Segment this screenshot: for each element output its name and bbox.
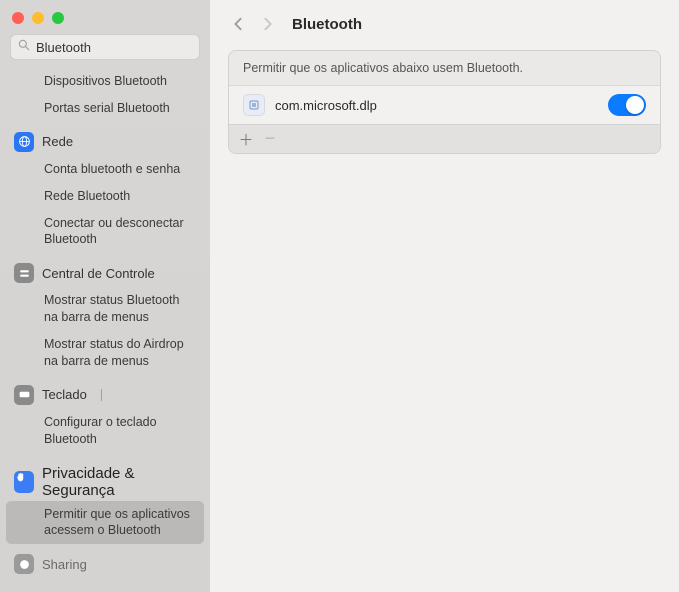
sidebar: Dispositivos Bluetooth Portas serial Blu… (0, 0, 210, 592)
sidebar-item[interactable]: Rede Bluetooth (6, 183, 204, 210)
sharing-icon (14, 554, 34, 574)
panel-caption: Permitir que os aplicativos abaixo usem … (229, 51, 660, 86)
sidebar-item[interactable]: Portas serial Bluetooth (6, 95, 204, 122)
globe-icon (14, 132, 34, 152)
app-toggle[interactable] (608, 94, 646, 116)
apps-panel: Permitir que os aplicativos abaixo usem … (228, 50, 661, 154)
sidebar-list: Dispositivos Bluetooth Portas serial Blu… (0, 68, 210, 592)
sidebar-item[interactable]: Mostrar status Bluetooth na barra de men… (6, 287, 204, 331)
sidebar-item[interactable]: Conta bluetooth e senha (6, 156, 204, 183)
forward-button[interactable] (258, 14, 278, 34)
keyboard-icon (14, 385, 34, 405)
sidebar-item[interactable]: Configurar o teclado Bluetooth (6, 409, 204, 453)
search-icon (17, 38, 36, 57)
section-label: Sharing (42, 557, 87, 572)
page-title: Bluetooth (292, 16, 362, 33)
main-panel: Bluetooth Permitir que os aplicativos ab… (210, 0, 679, 592)
divider (101, 389, 102, 401)
sidebar-section-privacy[interactable]: Privacidade & Segurança (0, 459, 210, 501)
remove-app-button[interactable]: − (259, 128, 281, 148)
search-box[interactable] (10, 34, 200, 60)
section-label: Teclado (42, 387, 87, 402)
minimize-window-button[interactable] (32, 12, 44, 24)
panel-footer: ＋ − (229, 124, 660, 153)
app-icon (243, 94, 265, 116)
app-row[interactable]: com.microsoft.dlp (229, 86, 660, 124)
hand-icon (14, 471, 34, 493)
sidebar-item[interactable]: Conectar ou desconectar Bluetooth (6, 210, 204, 254)
sidebar-section-rede[interactable]: Rede (0, 128, 210, 156)
section-label: Privacidade & Segurança (42, 465, 196, 499)
sidebar-section-controle[interactable]: Central de Controle (0, 259, 210, 287)
main-header: Bluetooth (210, 0, 679, 46)
close-window-button[interactable] (12, 12, 24, 24)
sidebar-section-sharing[interactable]: Sharing (0, 550, 210, 578)
back-button[interactable] (228, 14, 248, 34)
section-label: Central de Controle (42, 266, 155, 281)
app-name: com.microsoft.dlp (275, 98, 598, 113)
window-controls (0, 0, 210, 34)
add-app-button[interactable]: ＋ (235, 129, 257, 149)
sidebar-section-teclado[interactable]: Teclado (0, 381, 210, 409)
sidebar-item[interactable]: Mostrar status do Airdrop na barra de me… (6, 331, 204, 375)
sidebar-item[interactable]: Dispositivos Bluetooth (6, 68, 204, 95)
sidebar-item-bluetooth-privacy[interactable]: Permitir que os aplicativos acessem o Bl… (6, 501, 204, 545)
fullscreen-window-button[interactable] (52, 12, 64, 24)
search-input[interactable] (36, 40, 210, 55)
control-center-icon (14, 263, 34, 283)
section-label: Rede (42, 134, 73, 149)
